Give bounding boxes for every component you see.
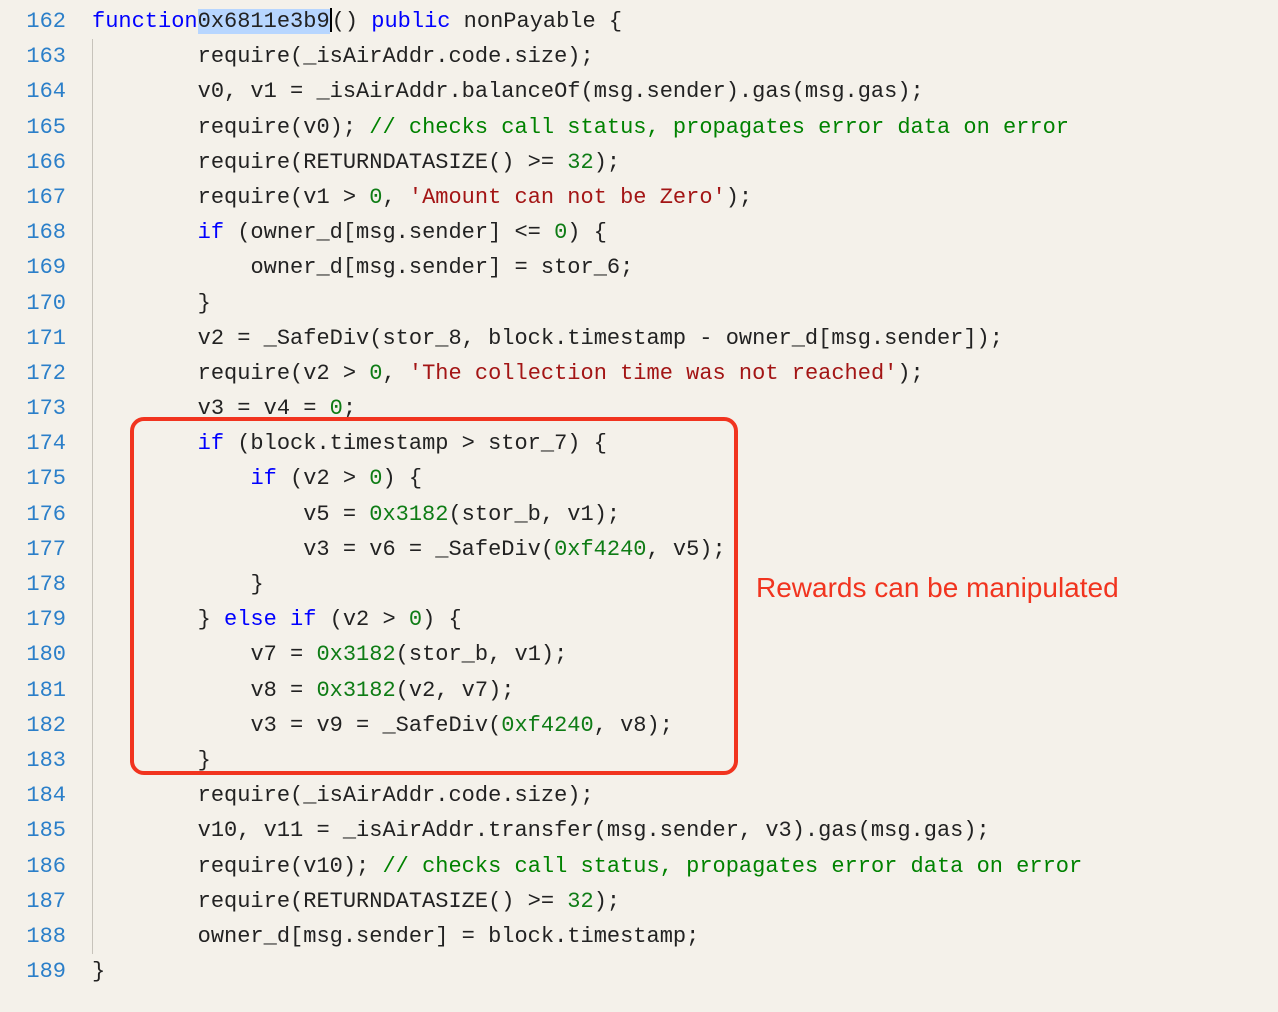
code-line[interactable]: require(_isAirAddr.code.size); [84, 39, 1278, 74]
code-line[interactable]: v5 = 0x3182(stor_b, v1); [84, 497, 1278, 532]
code-line[interactable]: v3 = v9 = _SafeDiv(0xf4240, v8); [84, 708, 1278, 743]
line-number: 180 [0, 637, 66, 672]
line-number: 171 [0, 321, 66, 356]
code-line[interactable]: } [84, 954, 1278, 989]
code-line[interactable]: v3 = v6 = _SafeDiv(0xf4240, v5); [84, 532, 1278, 567]
code-line[interactable]: require(v10); // checks call status, pro… [84, 849, 1278, 884]
line-number: 184 [0, 778, 66, 813]
line-number: 168 [0, 215, 66, 250]
line-number: 167 [0, 180, 66, 215]
code-line[interactable]: if (block.timestamp > stor_7) { [84, 426, 1278, 461]
code-viewer: 1621631641651661671681691701711721731741… [0, 0, 1278, 989]
line-number: 177 [0, 532, 66, 567]
line-number: 178 [0, 567, 66, 602]
code-line[interactable]: v8 = 0x3182(v2, v7); [84, 673, 1278, 708]
line-number: 163 [0, 39, 66, 74]
code-line[interactable]: owner_d[msg.sender] = stor_6; [84, 250, 1278, 285]
code-line[interactable]: v0, v1 = _isAirAddr.balanceOf(msg.sender… [84, 74, 1278, 109]
code-line[interactable]: v10, v11 = _isAirAddr.transfer(msg.sende… [84, 813, 1278, 848]
code-line[interactable]: v3 = v4 = 0; [84, 391, 1278, 426]
code-line[interactable]: require(v0); // checks call status, prop… [84, 110, 1278, 145]
line-number: 162 [0, 4, 66, 39]
line-number: 182 [0, 708, 66, 743]
line-number: 173 [0, 391, 66, 426]
line-number: 186 [0, 849, 66, 884]
line-number-gutter: 1621631641651661671681691701711721731741… [0, 4, 84, 989]
line-number: 187 [0, 884, 66, 919]
line-number: 189 [0, 954, 66, 989]
line-number: 165 [0, 110, 66, 145]
code-line[interactable]: v2 = _SafeDiv(stor_8, block.timestamp - … [84, 321, 1278, 356]
code-line[interactable]: if (owner_d[msg.sender] <= 0) { [84, 215, 1278, 250]
line-number: 188 [0, 919, 66, 954]
code-line[interactable]: v7 = 0x3182(stor_b, v1); [84, 637, 1278, 672]
line-number: 179 [0, 602, 66, 637]
code-line[interactable]: require(RETURNDATASIZE() >= 32); [84, 884, 1278, 919]
line-number: 164 [0, 74, 66, 109]
code-line[interactable]: } [84, 286, 1278, 321]
line-number: 185 [0, 813, 66, 848]
line-number: 170 [0, 286, 66, 321]
code-line[interactable]: require(_isAirAddr.code.size); [84, 778, 1278, 813]
line-number: 181 [0, 673, 66, 708]
code-line[interactable]: owner_d[msg.sender] = block.timestamp; [84, 919, 1278, 954]
line-number: 166 [0, 145, 66, 180]
line-number: 169 [0, 250, 66, 285]
line-number: 176 [0, 497, 66, 532]
line-number: 183 [0, 743, 66, 778]
code-area[interactable]: function0x6811e3b9() public nonPayable {… [84, 4, 1278, 989]
annotation-label: Rewards can be manipulated [756, 566, 1119, 611]
code-line[interactable]: function0x6811e3b9() public nonPayable { [84, 4, 1278, 39]
code-line[interactable]: } [84, 743, 1278, 778]
code-line[interactable]: require(v1 > 0, 'Amount can not be Zero'… [84, 180, 1278, 215]
code-line[interactable]: require(v2 > 0, 'The collection time was… [84, 356, 1278, 391]
code-line[interactable]: require(RETURNDATASIZE() >= 32); [84, 145, 1278, 180]
line-number: 172 [0, 356, 66, 391]
line-number: 175 [0, 461, 66, 496]
line-number: 174 [0, 426, 66, 461]
code-line[interactable]: if (v2 > 0) { [84, 461, 1278, 496]
